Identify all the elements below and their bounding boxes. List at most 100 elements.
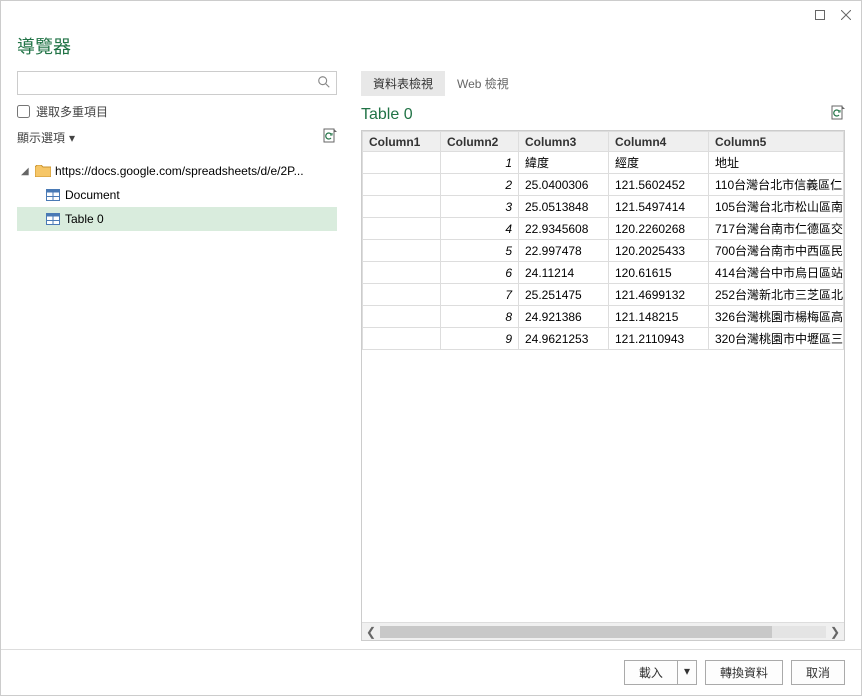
table-cell: 24.11214: [519, 262, 609, 284]
table-cell: 經度: [609, 152, 709, 174]
dialog-title: 導覽器: [17, 33, 845, 59]
preview-pane: 資料表檢視 Web 檢視 Table 0 Column1 Column2: [361, 71, 845, 641]
table-cell: 120.61615: [609, 262, 709, 284]
column-header[interactable]: Column1: [363, 132, 441, 152]
tab-web-view[interactable]: Web 檢視: [445, 71, 521, 96]
table-cell: 6: [441, 262, 519, 284]
table-cell: 緯度: [519, 152, 609, 174]
search-input[interactable]: [17, 71, 337, 95]
table-cell: 700台灣台南市中西區民生: [709, 240, 844, 262]
table-cell: 8: [441, 306, 519, 328]
source-tree: ◢ https://docs.google.com/spreadsheets/d…: [17, 159, 337, 231]
column-header[interactable]: Column4: [609, 132, 709, 152]
table-cell: 5: [441, 240, 519, 262]
table-cell: 121.5602452: [609, 174, 709, 196]
table-row[interactable]: 225.0400306121.5602452110台灣台北市信義區仁愛: [363, 174, 844, 196]
table-cell: 110台灣台北市信義區仁愛: [709, 174, 844, 196]
table-cell: [363, 152, 441, 174]
table-cell: 9: [441, 328, 519, 350]
table-icon: [45, 187, 61, 203]
tab-table-view[interactable]: 資料表檢視: [361, 71, 445, 96]
tree-item-label: Document: [65, 188, 120, 202]
table-cell: [363, 240, 441, 262]
table-cell: 1: [441, 152, 519, 174]
multi-select-input[interactable]: [17, 105, 30, 118]
table-cell: 252台灣新北市三芝區北勢: [709, 284, 844, 306]
column-header[interactable]: Column5: [709, 132, 844, 152]
table-cell: 25.0400306: [519, 174, 609, 196]
table-cell: [363, 306, 441, 328]
maximize-button[interactable]: [813, 8, 827, 22]
display-options-label: 顯示選項: [17, 129, 65, 146]
table-row[interactable]: 824.921386121.148215326台灣桃園市楊梅區高山: [363, 306, 844, 328]
table-cell: 121.5497414: [609, 196, 709, 218]
table-cell: 25.0513848: [519, 196, 609, 218]
table-cell: [363, 284, 441, 306]
table-cell: [363, 174, 441, 196]
column-header[interactable]: Column2: [441, 132, 519, 152]
table-cell: 22.997478: [519, 240, 609, 262]
table-cell: 24.9621253: [519, 328, 609, 350]
table-cell: 320台灣桃園市中壢區三光: [709, 328, 844, 350]
close-button[interactable]: [839, 8, 853, 22]
table-cell: [363, 262, 441, 284]
horizontal-scrollbar[interactable]: ❮ ❯: [362, 622, 844, 640]
table-cell: [363, 218, 441, 240]
scroll-thumb[interactable]: [380, 626, 772, 638]
table-icon: [45, 211, 61, 227]
table-cell: 120.2260268: [609, 218, 709, 240]
scroll-right-arrow[interactable]: ❯: [826, 625, 844, 639]
transform-button[interactable]: 轉換資料: [705, 660, 783, 685]
table-cell: 120.2025433: [609, 240, 709, 262]
dialog-footer: 載入 ▾ 轉換資料 取消: [1, 649, 861, 695]
refresh-preview-icon[interactable]: [831, 105, 845, 124]
scroll-left-arrow[interactable]: ❮: [362, 625, 380, 639]
table-row[interactable]: 522.997478120.2025433700台灣台南市中西區民生: [363, 240, 844, 262]
folder-icon: [35, 163, 51, 179]
cancel-button[interactable]: 取消: [791, 660, 845, 685]
table-cell: 121.4699132: [609, 284, 709, 306]
table-cell: 4: [441, 218, 519, 240]
table-cell: 地址: [709, 152, 844, 174]
table-cell: [363, 196, 441, 218]
table-row[interactable]: 325.0513848121.5497414105台灣台北市松山區南京: [363, 196, 844, 218]
table-cell: 121.2110943: [609, 328, 709, 350]
chevron-down-icon: ▾: [69, 131, 75, 145]
refresh-list-icon[interactable]: [323, 128, 337, 147]
tree-item-table0[interactable]: Table 0: [17, 207, 337, 231]
table-cell: 2: [441, 174, 519, 196]
tree-root-label: https://docs.google.com/spreadsheets/d/e…: [55, 164, 304, 178]
load-button[interactable]: 載入 ▾: [624, 660, 697, 685]
table-cell: 22.9345608: [519, 218, 609, 240]
multi-select-label: 選取多重項目: [36, 103, 108, 120]
table-row[interactable]: 725.251475121.4699132252台灣新北市三芝區北勢: [363, 284, 844, 306]
data-grid[interactable]: Column1 Column2 Column3 Column4 Column5 …: [361, 130, 845, 641]
tree-item-label: Table 0: [65, 212, 104, 226]
table-header-row: Column1 Column2 Column3 Column4 Column5: [363, 132, 844, 152]
table-cell: 24.921386: [519, 306, 609, 328]
tree-item-document[interactable]: Document: [17, 183, 337, 207]
table-row[interactable]: 624.11214120.61615414台灣台中市烏日區站區: [363, 262, 844, 284]
table-row[interactable]: 1緯度經度地址: [363, 152, 844, 174]
dialog-header: 導覽器: [1, 29, 861, 71]
preview-title: Table 0: [361, 106, 413, 124]
multi-select-checkbox[interactable]: 選取多重項目: [17, 103, 337, 120]
display-options-dropdown[interactable]: 顯示選項 ▾: [17, 129, 75, 146]
navigator-pane: 選取多重項目 顯示選項 ▾ ◢ https://docs.google.com/…: [17, 71, 337, 641]
table-cell: 414台灣台中市烏日區站區: [709, 262, 844, 284]
titlebar: [1, 1, 861, 29]
load-button-label: 載入: [625, 661, 678, 684]
table-row[interactable]: 422.9345608120.2260268717台灣台南市仁德區交流: [363, 218, 844, 240]
caret-down-icon: ◢: [21, 166, 31, 177]
column-header[interactable]: Column3: [519, 132, 609, 152]
load-dropdown-toggle[interactable]: ▾: [678, 661, 696, 684]
table-cell: 717台灣台南市仁德區交流: [709, 218, 844, 240]
scroll-track[interactable]: [380, 626, 826, 638]
table-cell: 25.251475: [519, 284, 609, 306]
table-cell: 121.148215: [609, 306, 709, 328]
table-row[interactable]: 924.9621253121.2110943320台灣桃園市中壢區三光: [363, 328, 844, 350]
table-cell: [363, 328, 441, 350]
table-cell: 105台灣台北市松山區南京: [709, 196, 844, 218]
preview-tabs: 資料表檢視 Web 檢視: [361, 71, 845, 97]
tree-root[interactable]: ◢ https://docs.google.com/spreadsheets/d…: [17, 159, 337, 183]
